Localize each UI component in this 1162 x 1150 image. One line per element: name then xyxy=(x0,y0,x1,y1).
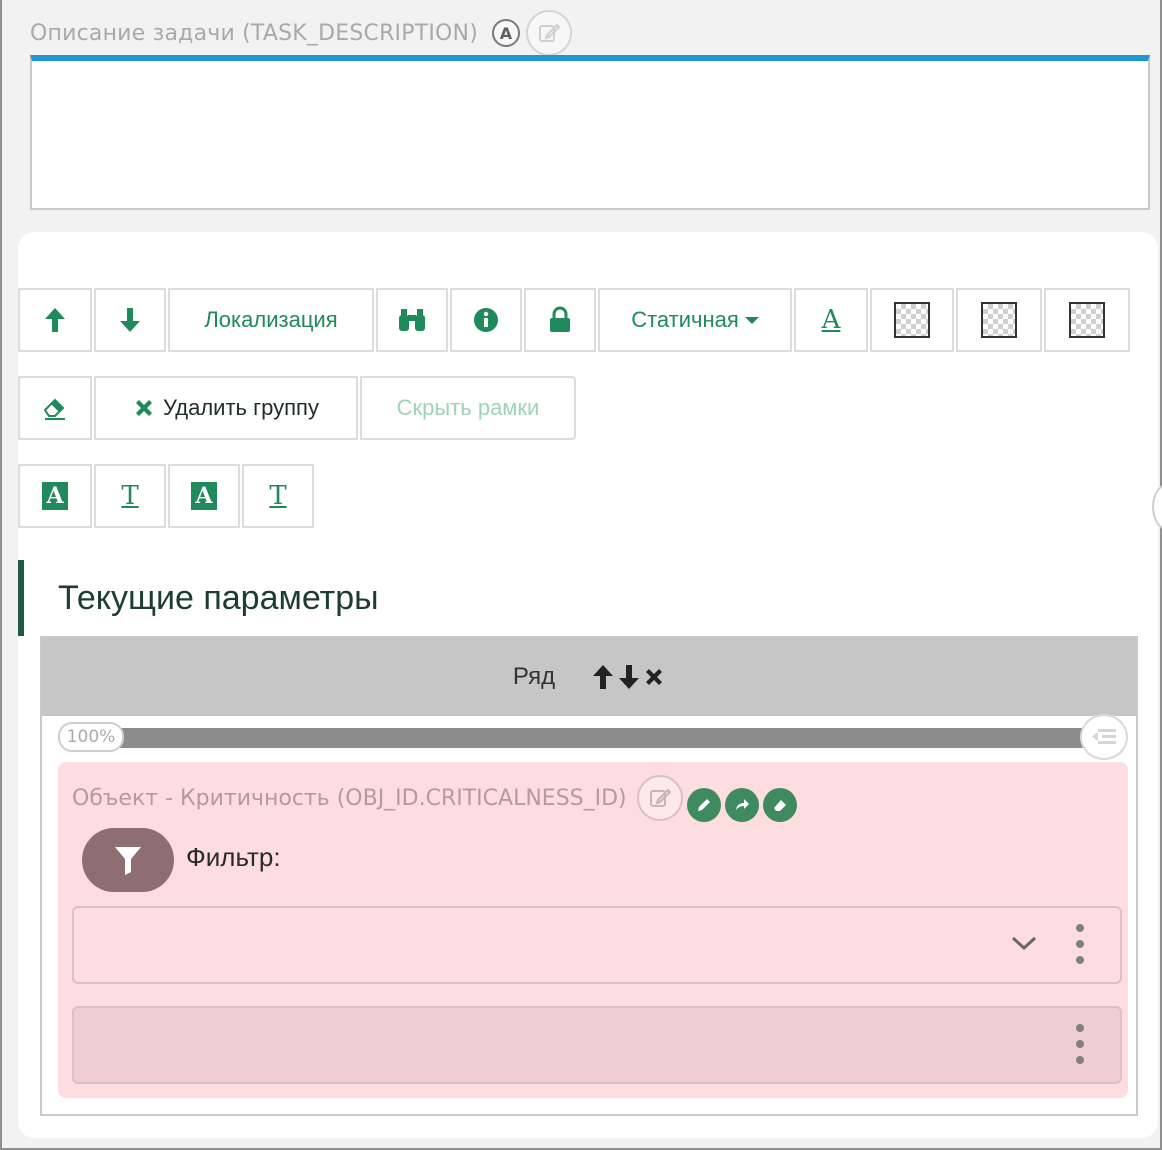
font-color-button[interactable]: A xyxy=(794,288,868,352)
object-field-card: Объект - Критичность (OBJ_ID.CRITICALNES… xyxy=(58,762,1128,1098)
hide-frames-button[interactable]: Скрыть рамки xyxy=(360,376,576,440)
edit-icon xyxy=(649,788,672,807)
background-color-button-3[interactable] xyxy=(1044,288,1130,352)
localization-label: Локализация xyxy=(204,307,338,332)
delete-group-label: Удалить группу xyxy=(163,395,319,420)
localization-button[interactable]: Локализация xyxy=(168,288,374,352)
row-container: Ряд 100% Объект - Критичность (OBJ_ID.CR… xyxy=(40,636,1138,1116)
move-up-button[interactable] xyxy=(18,288,92,352)
toolbar-row-2: Удалить группу Скрыть рамки xyxy=(18,376,578,440)
title-glyph: T xyxy=(121,481,139,511)
title-font-glyph: T xyxy=(269,481,287,511)
close-icon xyxy=(136,400,153,416)
delete-group-button[interactable]: Удалить группу xyxy=(94,376,358,440)
move-down-button[interactable] xyxy=(94,288,166,352)
background-color-button-2[interactable] xyxy=(956,288,1042,352)
row-delete-icon[interactable] xyxy=(643,663,665,691)
description-textarea[interactable] xyxy=(30,55,1150,210)
row-label: Ряд xyxy=(512,663,556,690)
transparent-swatch-icon xyxy=(981,302,1017,338)
pencil-button[interactable] xyxy=(686,788,721,822)
clear-button[interactable] xyxy=(762,788,797,822)
lock-icon xyxy=(550,306,570,332)
share-arrow-icon xyxy=(735,799,749,810)
filter-icon xyxy=(115,847,141,875)
share-button[interactable] xyxy=(724,788,759,822)
outdent-icon xyxy=(1092,729,1116,744)
object-select[interactable] xyxy=(72,906,1122,984)
row-move-up-icon[interactable] xyxy=(591,663,615,691)
object-value-field[interactable] xyxy=(72,1006,1122,1084)
more-options-icon[interactable] xyxy=(1076,1024,1084,1064)
text-highlight-glyph: A xyxy=(42,482,68,510)
auto-badge: A xyxy=(492,19,520,47)
row-move-down-icon[interactable] xyxy=(617,663,641,691)
title-style-button[interactable]: T xyxy=(94,464,166,528)
arrow-up-icon xyxy=(45,308,65,332)
static-label: Статичная xyxy=(631,307,739,332)
transparent-swatch-icon xyxy=(1069,302,1105,338)
eraser-icon xyxy=(773,800,786,811)
row-width-label: 100% xyxy=(58,722,124,752)
description-label: Описание задачи (TASK_DESCRIPTION) xyxy=(30,20,478,46)
object-label-row: Объект - Критичность (OBJ_ID.CRITICALNES… xyxy=(72,774,797,822)
toolbar-row-1: Локализация Статичная A xyxy=(18,288,1132,352)
edit-icon xyxy=(539,23,561,42)
row-width-handle[interactable] xyxy=(1080,714,1128,760)
toolbar-row-3: A T A T xyxy=(18,464,316,528)
section-title: Текущие параметры xyxy=(18,560,379,636)
binoculars-icon xyxy=(399,309,425,331)
filter-label: Фильтр: xyxy=(186,842,281,872)
filter-button[interactable] xyxy=(82,828,174,892)
static-dropdown[interactable]: Статичная xyxy=(598,288,792,352)
row-width-bar[interactable] xyxy=(104,728,1104,748)
edit-object-button[interactable] xyxy=(636,775,683,821)
pencil-icon xyxy=(697,799,710,811)
chevron-down-icon[interactable] xyxy=(1010,934,1038,952)
row-header: Ряд xyxy=(42,638,1136,716)
more-options-icon[interactable] xyxy=(1076,924,1084,964)
description-label-row: Описание задачи (TASK_DESCRIPTION) A xyxy=(30,10,572,56)
info-button[interactable] xyxy=(450,288,522,352)
window-frame: Описание задачи (TASK_DESCRIPTION) A Лок… xyxy=(0,0,1162,1150)
lock-button[interactable] xyxy=(524,288,596,352)
eraser-icon xyxy=(43,398,65,420)
clear-format-button[interactable] xyxy=(18,376,92,440)
caret-down-icon xyxy=(744,316,759,324)
title-highlight-glyph: A xyxy=(191,482,217,510)
arrow-down-icon xyxy=(120,308,140,332)
info-icon xyxy=(474,308,498,332)
font-color-glyph: A xyxy=(821,305,841,335)
search-button[interactable] xyxy=(376,288,448,352)
background-color-button-1[interactable] xyxy=(870,288,954,352)
hide-frames-label: Скрыть рамки xyxy=(396,395,540,420)
title-font-button[interactable]: T xyxy=(242,464,314,528)
row-controls xyxy=(591,663,665,691)
transparent-swatch-icon xyxy=(894,302,930,338)
object-field-label: Объект - Критичность (OBJ_ID.CRITICALNES… xyxy=(72,785,627,811)
text-bg-color-button[interactable]: A xyxy=(18,464,92,528)
title-bg-color-button[interactable]: A xyxy=(168,464,240,528)
edit-description-button[interactable] xyxy=(526,10,572,56)
